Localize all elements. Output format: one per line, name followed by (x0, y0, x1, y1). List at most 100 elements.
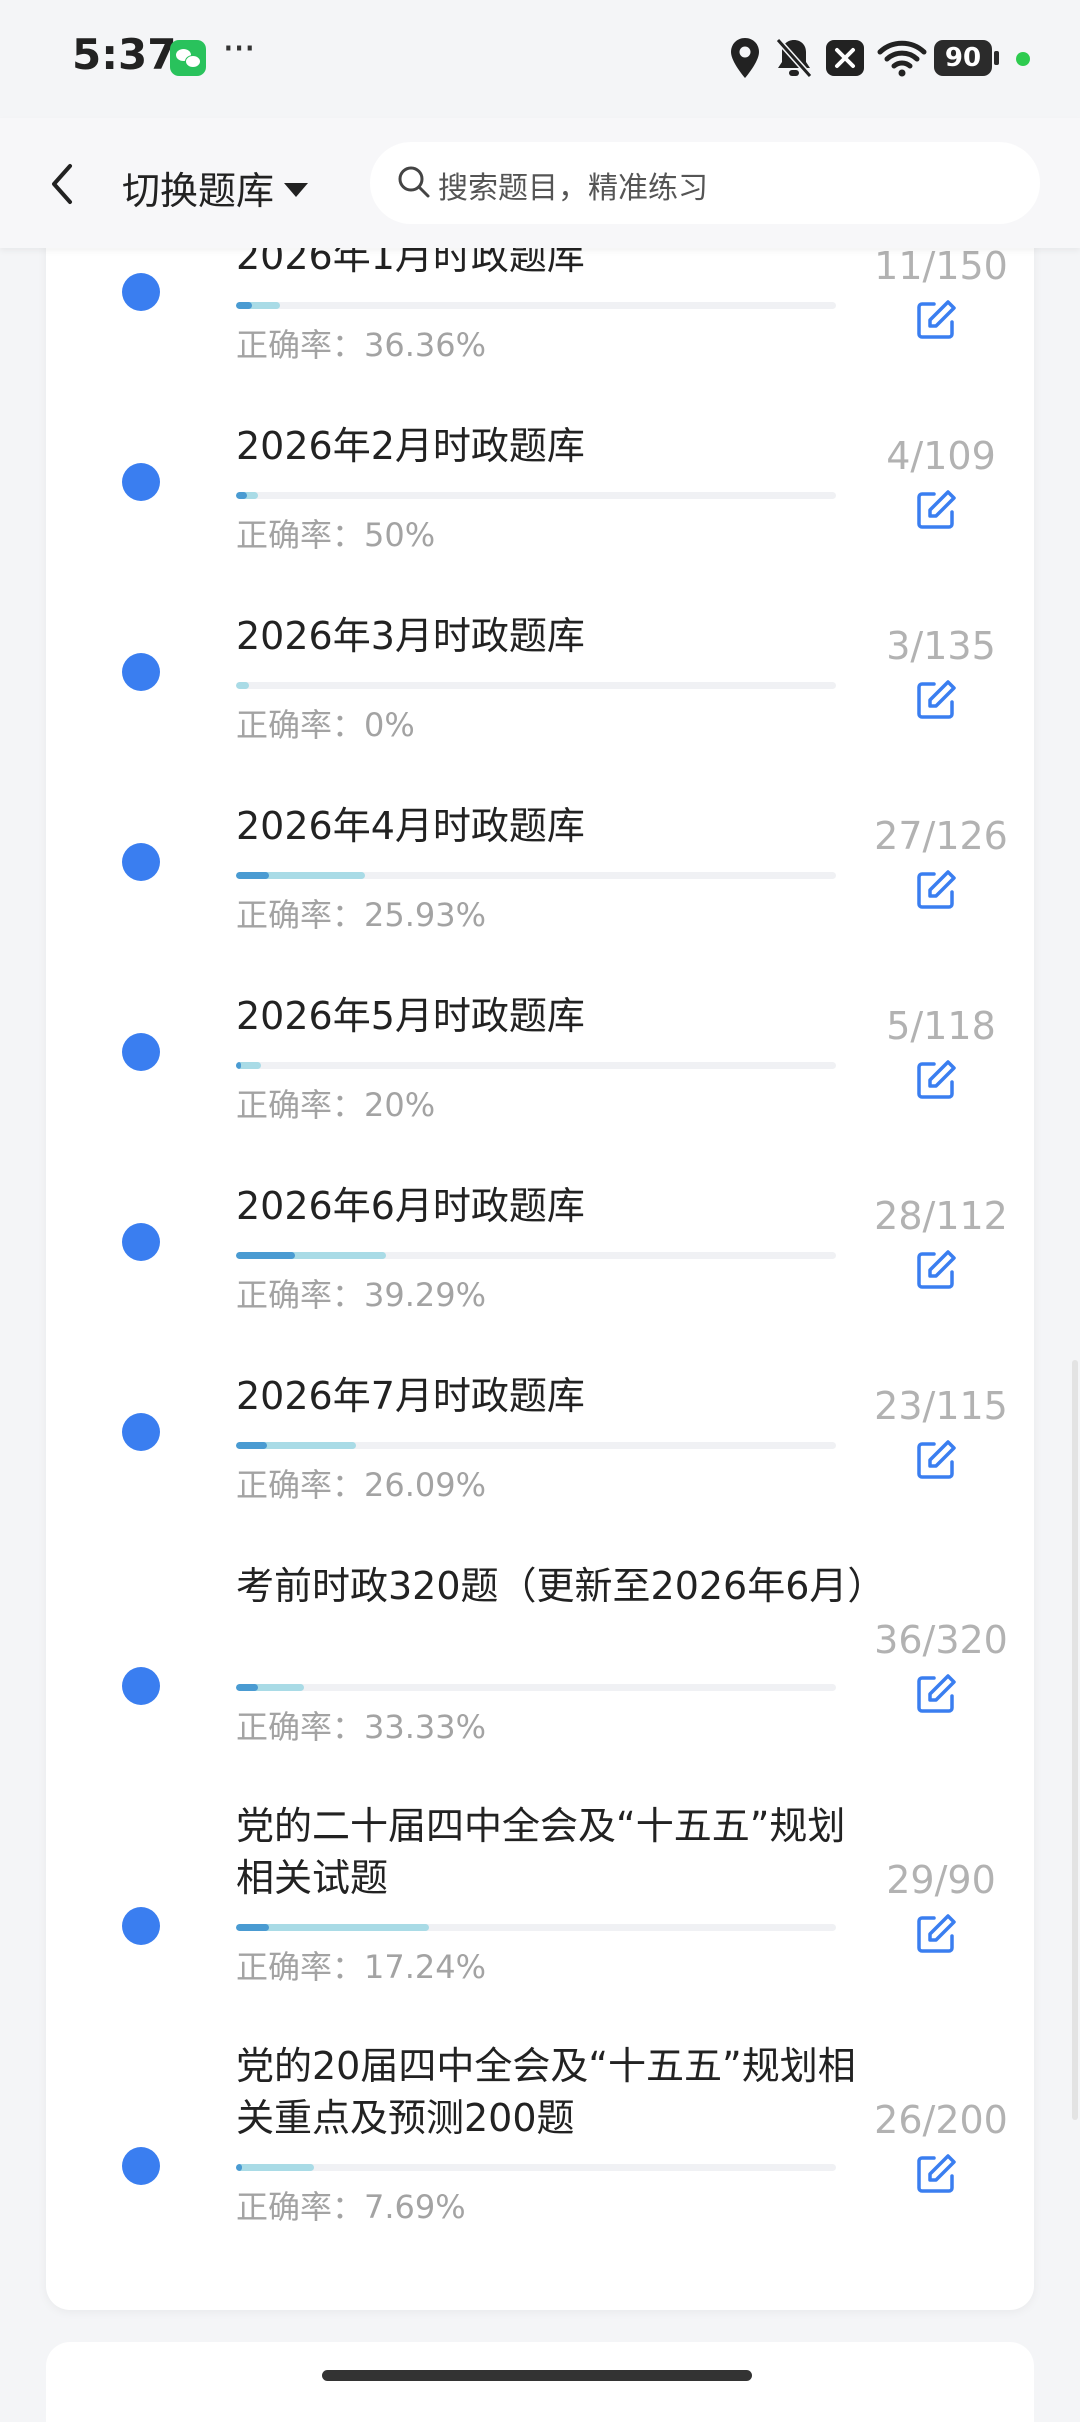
search-input[interactable]: 搜索题目，精准练习 (370, 142, 1040, 224)
location-icon (731, 38, 759, 78)
accuracy-text: 正确率：25.93% (236, 896, 487, 934)
accuracy-text: 正确率：39.29% (236, 1276, 487, 1314)
list-item[interactable]: 党的二十届四中全会及“十五五”规划相关试题正确率：17.24% 29/90 (46, 1800, 1034, 2040)
progress-count: 26/200 (874, 2098, 1008, 2142)
status-bar: 5:37 ··· 90 (0, 0, 1080, 118)
list-item[interactable]: 2026年7月时政题库正确率：26.09% 23/115 (46, 1370, 1034, 1560)
edit-icon[interactable] (914, 1438, 958, 1482)
progress-bar (236, 2164, 836, 2171)
progress-count: 5/118 (886, 1004, 996, 1048)
camera-dot-icon (1016, 52, 1030, 66)
progress-correct (236, 492, 247, 499)
question-bank-card: 2026年1月时政题库 正确率：36.36% 11/150 2026年2月时政题库 正确… (46, 150, 1034, 2310)
edit-icon[interactable] (914, 868, 958, 912)
progress-correct (236, 1062, 242, 1069)
status-dot (122, 653, 160, 691)
accuracy-text: 正确率：36.36% (236, 326, 487, 364)
list-item[interactable]: 2026年4月时政题库正确率：25.93% 27/126 (46, 800, 1034, 990)
battery-tip (994, 51, 999, 65)
progress-attempted (236, 682, 250, 689)
progress-correct (236, 1924, 270, 1931)
status-dot (122, 463, 160, 501)
accuracy-text: 正确率：20% (236, 1086, 436, 1124)
bank-title: 2026年7月时政题库 (236, 1374, 585, 1418)
progress-bar (236, 1684, 836, 1691)
bank-title: 党的20届四中全会及“十五五”规划相关重点及预测200题 (236, 2044, 856, 2140)
progress-correct (236, 1684, 259, 1691)
edit-icon[interactable] (914, 1672, 958, 1716)
search-placeholder: 搜索题目，精准练习 (438, 171, 708, 206)
wifi-icon (877, 40, 927, 77)
list-item[interactable]: 2026年5月时政题库正确率：20% 5/118 (46, 990, 1034, 1180)
top-header: 切换题库 搜索题目，精准练习 (0, 118, 1080, 248)
accuracy-text: 正确率：50% (236, 516, 436, 554)
list-item[interactable]: 党的20届四中全会及“十五五”规划相关重点及预测200题正确率：7.69% 26/… (46, 2040, 1034, 2280)
bank-title: 2026年5月时政题库 (236, 994, 585, 1038)
battery-icon: 90 (934, 40, 992, 76)
edit-icon[interactable] (914, 1912, 958, 1956)
progress-correct (236, 1442, 268, 1449)
edit-icon[interactable] (914, 678, 958, 722)
progress-count: 11/150 (874, 244, 1008, 288)
list-item[interactable]: 2026年3月时政题库正确率：0% 3/135 (46, 610, 1034, 800)
progress-count: 27/126 (874, 814, 1008, 858)
more-notifications-icon: ··· (222, 26, 256, 72)
progress-bar (236, 872, 836, 879)
accuracy-text: 正确率：0% (236, 706, 415, 744)
edit-icon[interactable] (914, 1248, 958, 1292)
bank-title: 考前时政320题（更新至2026年6月） (236, 1564, 886, 1608)
progress-count: 3/135 (886, 624, 996, 668)
close-box-icon (826, 40, 864, 76)
status-dot (122, 1667, 160, 1705)
status-dot (122, 2147, 160, 2185)
search-icon (398, 166, 430, 198)
bank-title: 2026年2月时政题库 (236, 424, 585, 468)
home-indicator[interactable] (322, 2370, 752, 2381)
status-time: 5:37 (72, 30, 177, 79)
progress-correct (236, 2164, 242, 2171)
list-item[interactable]: 考前时政320题（更新至2026年6月） 正确率：33.33% 36/320 (46, 1560, 1034, 1800)
accuracy-text: 正确率：26.09% (236, 1466, 487, 1504)
bell-off-icon (775, 38, 813, 78)
progress-bar (236, 1924, 836, 1931)
status-dot (122, 1907, 160, 1945)
progress-correct (236, 872, 270, 879)
progress-count: 36/320 (874, 1618, 1008, 1662)
next-card-peek (46, 2342, 1034, 2422)
edit-icon[interactable] (914, 488, 958, 532)
progress-count: 28/112 (874, 1194, 1008, 1238)
edit-icon[interactable] (914, 1058, 958, 1102)
progress-count: 29/90 (886, 1858, 996, 1902)
progress-attempted (236, 2164, 314, 2171)
status-icons: 90 (724, 36, 1064, 82)
caret-down-icon (284, 182, 309, 197)
bank-title: 2026年4月时政题库 (236, 804, 585, 848)
bank-title: 党的二十届四中全会及“十五五”规划相关试题 (236, 1804, 846, 1900)
wechat-icon (170, 40, 206, 76)
progress-bar (236, 1252, 836, 1259)
list-item[interactable]: 2026年2月时政题库 正确率：50% 4/109 (46, 420, 1034, 610)
edit-icon[interactable] (914, 2152, 958, 2196)
progress-bar (236, 682, 836, 689)
status-dot (122, 1413, 160, 1451)
accuracy-text: 正确率：7.69% (236, 2188, 466, 2226)
status-dot (122, 1223, 160, 1261)
progress-bar (236, 1062, 836, 1069)
bank-title: 2026年3月时政题库 (236, 614, 585, 658)
back-arrow-icon[interactable] (40, 154, 86, 214)
progress-correct (236, 302, 252, 309)
edit-icon[interactable] (914, 298, 958, 342)
progress-count: 23/115 (874, 1384, 1008, 1428)
scrollbar[interactable] (1072, 1360, 1078, 2120)
list-item[interactable]: 2026年1月时政题库 正确率：36.36% 11/150 (46, 230, 1034, 420)
list-item[interactable]: 2026年6月时政题库 正确率：39.29% 28/112 (46, 1180, 1034, 1370)
switch-bank-dropdown[interactable]: 切换题库 (122, 160, 309, 215)
progress-correct (236, 1252, 295, 1259)
accuracy-text: 正确率：17.24% (236, 1948, 487, 1986)
progress-bar (236, 492, 836, 499)
progress-bar (236, 1442, 836, 1449)
status-dot (122, 843, 160, 881)
accuracy-text: 正确率：33.33% (236, 1708, 487, 1746)
progress-bar (236, 302, 836, 309)
status-dot (122, 273, 160, 311)
